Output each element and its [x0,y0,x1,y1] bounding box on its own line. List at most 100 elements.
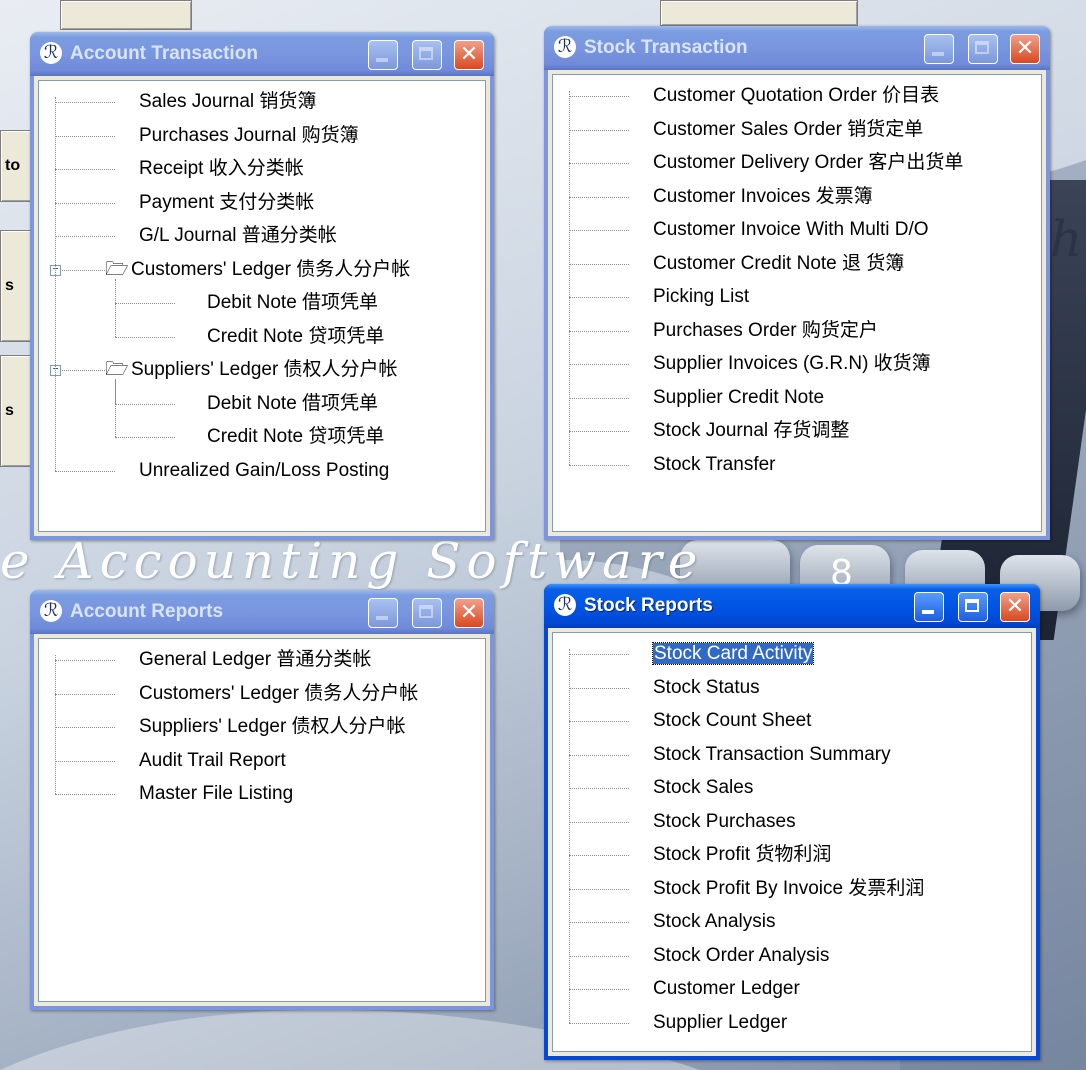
tree-item[interactable]: Customer Credit Note 退 货簿 [553,249,1041,279]
window-title: Stock Transaction [584,37,748,58]
stock-reports-window[interactable]: ℛ Stock Reports ✕ Stock Card Activity Sto… [544,584,1040,1060]
tree-folder-item[interactable]: − 🗁 Customers' Ledger 债务人分户帐 [39,255,485,285]
tree-item[interactable]: Customer Invoice With Multi D/O [553,215,1041,245]
tree-item-label: Stock Count Sheet [653,710,812,731]
stock-transaction-window[interactable]: ℛ Stock Transaction ✕ Customer Quotation… [544,26,1050,540]
account-reports-window[interactable]: ℛ Account Reports ✕ General Ledger 普通分类帐… [30,590,494,1010]
tree-item[interactable]: Stock Transaction Summary [553,740,1031,770]
window-title: Stock Reports [584,595,713,616]
tree-connector [569,687,629,689]
tree-item[interactable]: Purchases Order 购货定户 [553,316,1041,346]
close-button[interactable]: ✕ [1010,34,1040,64]
tree-item-label: Supplier Credit Note [653,386,825,408]
tree-item[interactable]: Picking List [553,282,1041,312]
tree-view[interactable]: Sales Journal 销货簿 Purchases Journal 购货簿 Re… [38,80,486,532]
tree-item[interactable]: Purchases Journal 购货簿 [39,121,485,151]
tree-item-label: Customer Credit Note 退 货簿 [653,252,905,274]
tree-item[interactable]: Stock Purchases [553,807,1031,837]
tree-item[interactable]: Receipt 收入分类帐 [39,154,485,184]
tree-connector [55,169,115,170]
tree-item[interactable]: Customer Ledger [553,974,1031,1004]
tree-item[interactable]: General Ledger 普通分类帐 [39,645,485,675]
title-bar[interactable]: ℛ Stock Reports ✕ [544,584,1040,628]
tree-item-label: Stock Journal 存货调整 [653,420,850,441]
tree-view[interactable]: General Ledger 普通分类帐 Customers' Ledger 债务… [38,638,486,1002]
tree-item[interactable]: Customer Delivery Order 客户出货单 [553,148,1041,178]
tree-folder-item[interactable]: − 🗁 Suppliers' Ledger 债权人分户帐 [39,355,485,385]
tree-item-label: Stock Card Activity [651,642,815,665]
tree-item[interactable]: Sales Journal 销货簿 [39,87,485,117]
tree-item-label: Unrealized Gain/Loss Posting [139,459,390,481]
tree-connector [115,278,116,337]
tree-item[interactable]: Stock Analysis [553,907,1031,937]
tree-item[interactable]: Stock Journal 存货调整 [553,416,1041,446]
maximize-button[interactable] [412,40,442,70]
tree-child-item[interactable]: Debit Note 借项凭单 [39,389,485,419]
tree-item[interactable]: Stock Card Activity [553,639,1031,669]
account-transaction-window[interactable]: ℛ Account Transaction ✕ Sales Journal 销货… [30,32,494,540]
tree-item[interactable]: Customer Quotation Order 价目表 [553,81,1041,111]
tree-item[interactable]: Customer Sales Order 销货定单 [553,115,1041,145]
tree-view[interactable]: Customer Quotation Order 价目表 Customer Sal… [552,74,1042,532]
app-logo-icon: ℛ [40,600,62,622]
app-logo-icon: ℛ [554,594,576,616]
tree-item[interactable]: Supplier Invoices (G.R.N) 收货簿 [553,349,1041,379]
tree-connector [569,129,629,131]
maximize-button[interactable] [968,34,998,64]
tree-connector [569,163,629,164]
tree-connector [115,437,175,438]
tree-item[interactable]: Stock Transfer [553,450,1041,480]
tree-connector [569,754,629,756]
tree-item[interactable]: Stock Profit 货物利润 [553,840,1031,870]
tree-item-label: Purchases Order 购货定户 [653,319,878,341]
tree-item-label: Supplier Invoices (G.R.N) 收货簿 [653,353,931,374]
tree-item[interactable]: G/L Journal 普通分类帐 [39,221,485,251]
background-toolbar-button[interactable] [60,0,192,30]
tree-item[interactable]: Master File Listing [39,779,485,809]
background-toolbar-button[interactable] [660,0,858,26]
tree-connector [55,97,56,471]
close-button[interactable]: ✕ [1000,592,1030,622]
title-bar[interactable]: ℛ Account Transaction ✕ [30,32,494,76]
tree-item[interactable]: Stock Sales [553,773,1031,803]
tree-item[interactable]: Audit Trail Report [39,746,485,776]
title-bar[interactable]: ℛ Account Reports ✕ [30,590,494,634]
tree-item[interactable]: Supplier Ledger [553,1008,1031,1038]
maximize-button[interactable] [958,592,988,622]
window-title: Account Reports [70,601,224,622]
tree-connector [569,1022,629,1024]
minimize-button[interactable] [924,34,954,64]
close-button[interactable]: ✕ [454,598,484,628]
tree-item-label: G/L Journal 普通分类帐 [139,225,337,246]
tree-item-label: Suppliers' Ledger 债权人分户帐 [131,359,398,380]
minimize-button[interactable] [368,598,398,628]
minimize-button[interactable] [914,592,944,622]
tree-connector [55,202,115,204]
tree-item-label: Customer Delivery Order 客户出货单 [653,152,964,173]
tree-item-label: Stock Profit 货物利润 [653,844,832,865]
tree-item-label: Credit Note 贷项凭单 [207,325,385,347]
tree-connector [55,655,56,794]
tree-item[interactable]: Unrealized Gain/Loss Posting [39,456,485,486]
tree-item[interactable]: Customer Invoices 发票簿 [553,182,1041,212]
tree-connector [569,91,570,465]
tree-view[interactable]: Stock Card Activity Stock Status Stock Cou… [552,632,1032,1052]
close-button[interactable]: ✕ [454,40,484,70]
tree-item[interactable]: Stock Status [553,673,1031,703]
tree-connector [569,821,629,823]
tree-connector [569,464,629,466]
tree-item[interactable]: Stock Profit By Invoice 发票利润 [553,874,1031,904]
tree-child-item[interactable]: Credit Note 贷项凭单 [39,322,485,352]
tree-item[interactable]: Customers' Ledger 债务人分户帐 [39,679,485,709]
maximize-button[interactable] [412,598,442,628]
tree-child-item[interactable]: Debit Note 借项凭单 [39,288,485,318]
tree-item[interactable]: Payment 支付分类帐 [39,188,485,218]
tree-item[interactable]: Supplier Credit Note [553,383,1041,413]
tree-child-item[interactable]: Credit Note 贷项凭单 [39,422,485,452]
tree-item[interactable]: Stock Order Analysis [553,941,1031,971]
minimize-button[interactable] [368,40,398,70]
title-bar[interactable]: ℛ Stock Transaction ✕ [544,26,1050,70]
tree-item[interactable]: Stock Count Sheet [553,706,1031,736]
tree-item[interactable]: Suppliers' Ledger 债权人分户帐 [39,712,485,742]
tree-connector [115,379,116,437]
